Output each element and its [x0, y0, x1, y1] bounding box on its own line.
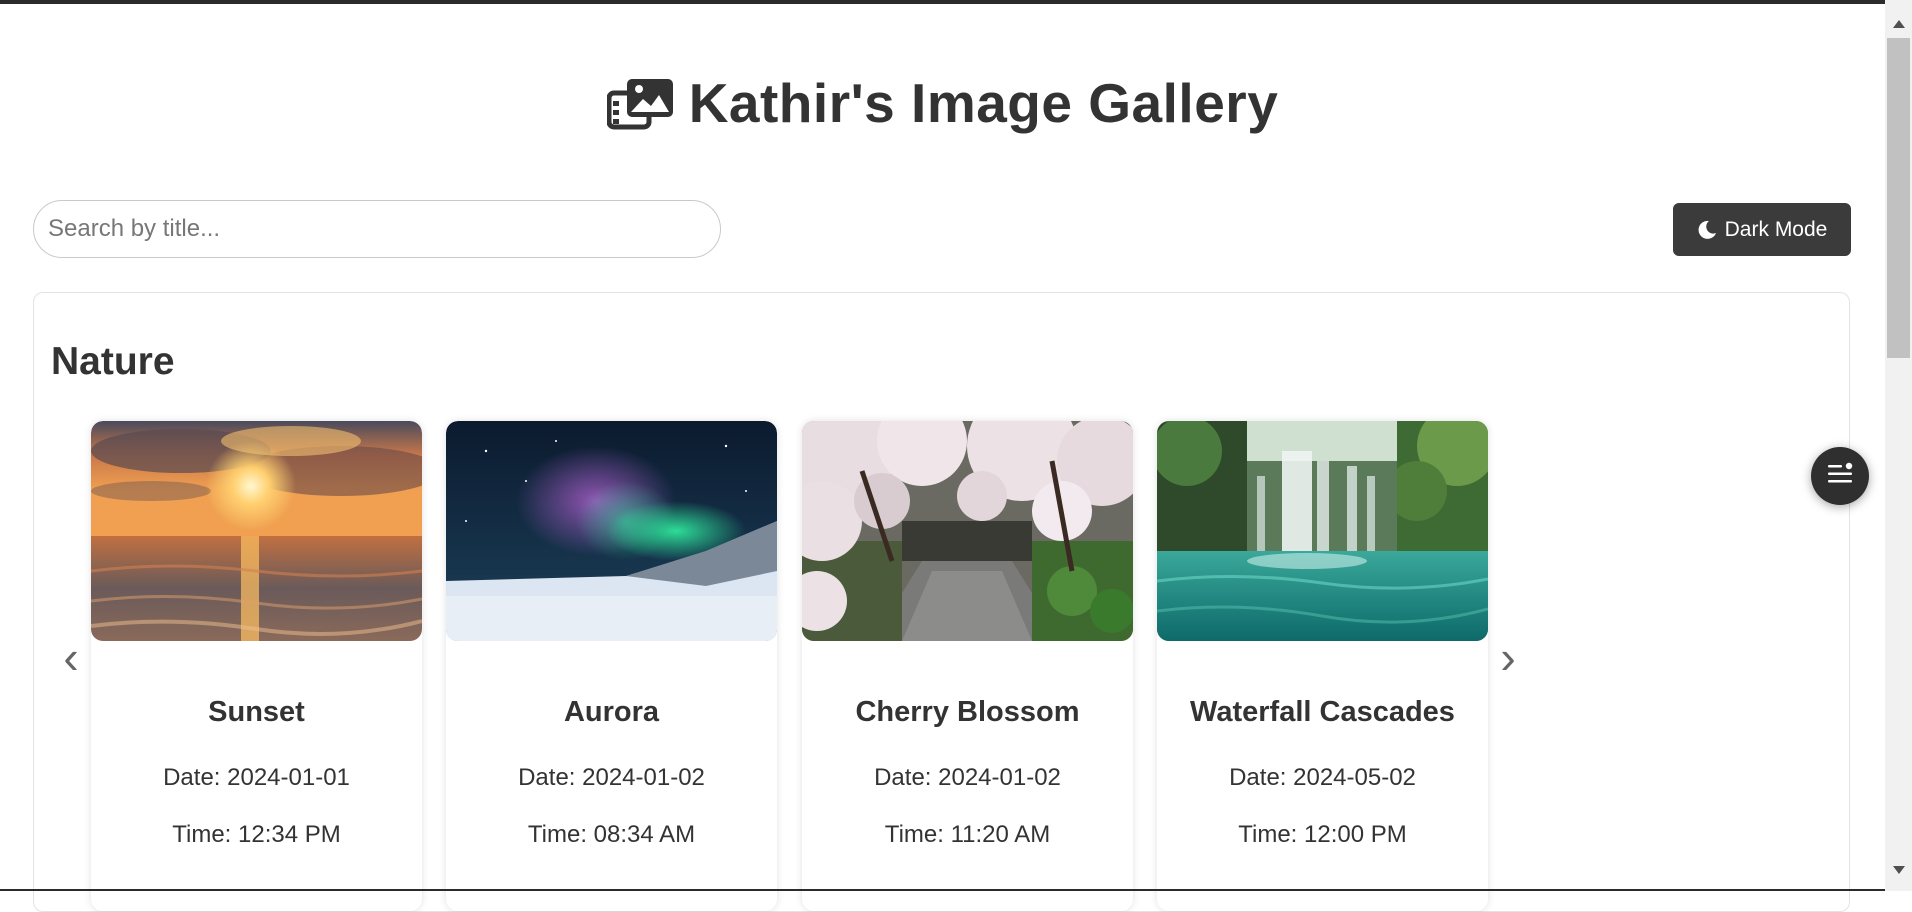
- card-title: Sunset: [208, 696, 305, 728]
- image-card[interactable]: Aurora Date: 2024-01-02 Time: 08:34 AM: [446, 421, 777, 911]
- image-card[interactable]: Cherry Blossom Date: 2024-01-02 Time: 11…: [802, 421, 1133, 911]
- top-border: [0, 0, 1912, 4]
- card-title: Aurora: [563, 696, 660, 728]
- scrollbar-thumb[interactable]: [1887, 38, 1910, 358]
- next-arrow-button[interactable]: ›: [1493, 632, 1523, 682]
- card-time: Time: 11:20 AM: [884, 821, 1051, 848]
- card-time: Time: 12:34 PM: [172, 821, 341, 848]
- floating-menu-button[interactable]: [1811, 447, 1869, 505]
- card-date: Date: 2024-05-02: [1229, 764, 1416, 791]
- aurora-image: [446, 421, 777, 641]
- image-card[interactable]: Waterfall Cascades Date: 2024-05-02 Time…: [1157, 421, 1488, 911]
- dark-mode-button[interactable]: Dark Mode: [1673, 203, 1851, 256]
- scroll-up-arrow-icon[interactable]: [1885, 14, 1912, 34]
- vertical-scrollbar[interactable]: [1885, 0, 1912, 891]
- card-title: Waterfall Cascades: [1190, 696, 1455, 728]
- card-time: Time: 12:00 PM: [1238, 821, 1407, 848]
- dark-mode-label: Dark Mode: [1724, 217, 1828, 241]
- search-input[interactable]: [33, 200, 721, 258]
- page-header: Kathir's Image Gallery: [0, 68, 1885, 138]
- scroll-down-arrow-icon[interactable]: [1885, 860, 1912, 880]
- menu-icon: [1826, 462, 1854, 491]
- moon-icon: [1697, 220, 1717, 240]
- page-title: Kathir's Image Gallery: [688, 72, 1279, 134]
- cherry-blossom-image: [802, 421, 1133, 641]
- images-icon: [606, 75, 675, 131]
- card-date: Date: 2024-01-01: [163, 764, 350, 791]
- image-card[interactable]: Sunset Date: 2024-01-01 Time: 12:34 PM: [91, 421, 422, 911]
- section-title: Nature: [51, 340, 175, 383]
- prev-arrow-button[interactable]: ‹: [56, 632, 86, 682]
- card-date: Date: 2024-01-02: [874, 764, 1061, 791]
- sunset-image: [91, 421, 422, 641]
- card-time: Time: 08:34 AM: [527, 821, 696, 848]
- waterfall-image: [1157, 421, 1488, 641]
- card-title: Cherry Blossom: [855, 696, 1080, 728]
- card-date: Date: 2024-01-02: [518, 764, 705, 791]
